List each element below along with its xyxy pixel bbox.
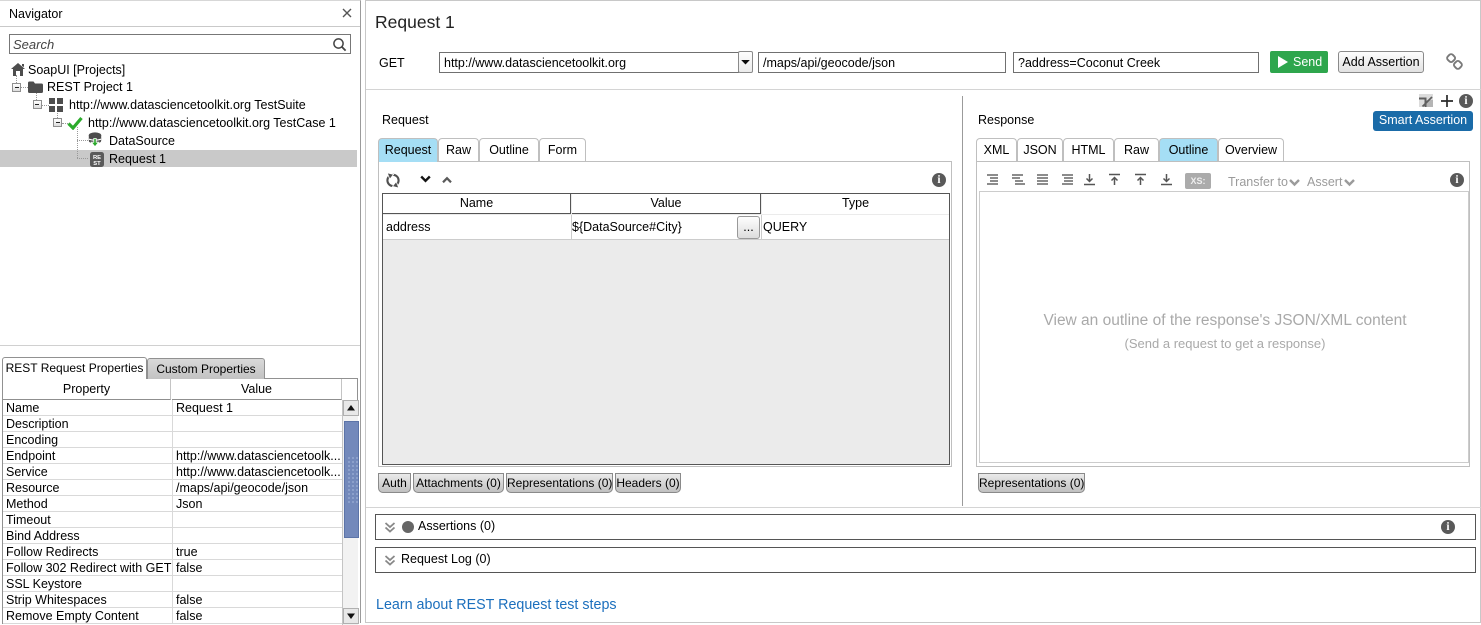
svg-text:ST: ST [93, 161, 101, 167]
svg-text:RE: RE [93, 154, 101, 160]
